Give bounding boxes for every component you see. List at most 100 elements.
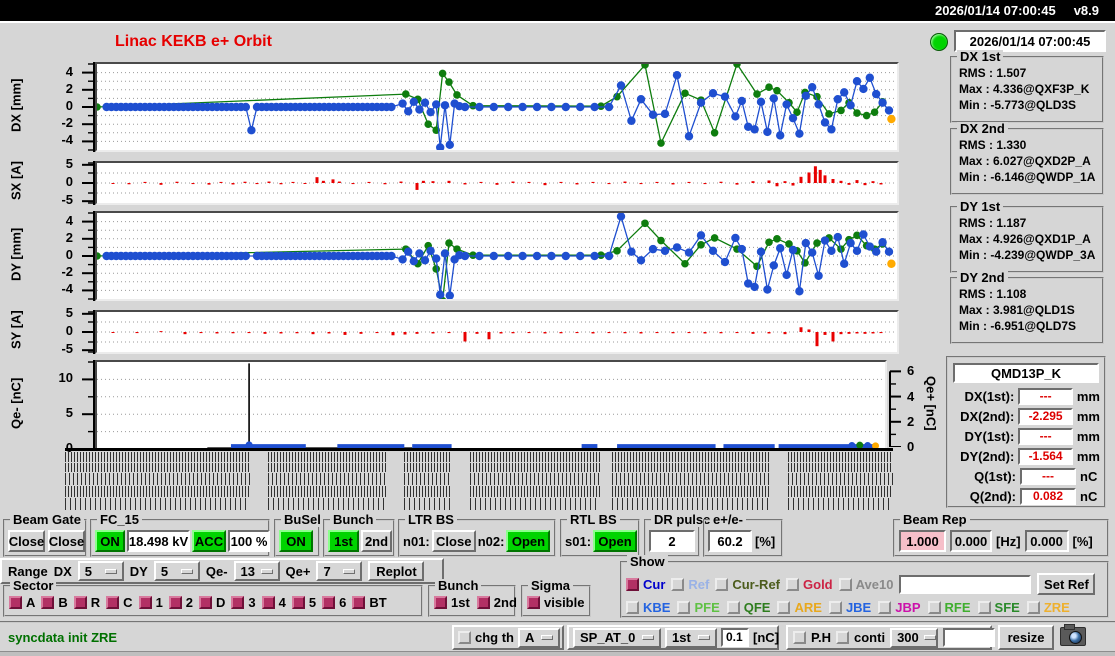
show-checkbox-ave10[interactable] — [838, 577, 852, 591]
show-checkbox-kbe[interactable] — [626, 601, 639, 614]
chart-dx[interactable] — [95, 62, 899, 152]
ltr-n02-open-button[interactable]: Open — [506, 530, 551, 552]
replot-button[interactable]: Replot — [368, 561, 425, 581]
ratio-field[interactable]: 60.2 — [708, 530, 752, 552]
sector-checkbox-bt[interactable] — [352, 596, 366, 609]
monitor-row-label: DY(1st): — [964, 428, 1015, 444]
range-qe+-dropdown[interactable]: 7 — [316, 561, 363, 581]
bunch-checkbox-2nd[interactable] — [476, 596, 490, 609]
chart-dy[interactable] — [95, 211, 899, 301]
sp-select-dropdown[interactable]: SP_AT_0 — [573, 627, 661, 648]
fc15-kv-field[interactable]: 18.498 kV — [127, 530, 190, 552]
show-label-curref: Cur-Ref — [732, 576, 781, 592]
bunch-label-1st: 1st — [451, 595, 470, 610]
show-checkbox-cur[interactable] — [626, 577, 639, 591]
fc15-acc-button[interactable]: ACC — [192, 530, 226, 552]
bunch-2nd-button[interactable]: 2nd — [361, 530, 392, 552]
sigma-checkbox-visible[interactable] — [527, 596, 540, 609]
range-dx-dropdown[interactable]: 5 — [77, 561, 124, 581]
axis-ticks-sy — [82, 310, 95, 354]
bunch-1st-button[interactable]: 1st — [328, 530, 359, 552]
resize-button[interactable]: resize — [998, 625, 1054, 650]
show-label-jbe: JBE — [845, 600, 872, 615]
dropdown-bar-icon — [104, 568, 117, 574]
fc15-percent-field[interactable]: 100 % — [228, 530, 270, 552]
show-checkbox-pfe[interactable] — [677, 601, 691, 614]
tick-label-sx--5: -5 — [61, 192, 73, 208]
sector-checkbox-3[interactable] — [231, 596, 245, 609]
beam-rep-v3-field[interactable]: 0.000 — [1024, 530, 1069, 552]
chart-qe[interactable] — [95, 360, 887, 451]
beam-gate-close-1-button[interactable]: Close — [8, 530, 45, 552]
monitor-row: DY(1st): --- mm — [948, 426, 1104, 446]
sector-checkbox-a[interactable] — [9, 596, 22, 609]
sector-label-bt: BT — [369, 595, 387, 610]
show-checkbox-ref[interactable] — [671, 577, 685, 591]
show-checkbox-rfe[interactable] — [927, 601, 941, 614]
rtl-s01-open-button[interactable]: Open — [593, 530, 638, 552]
beam-rep-v2-field[interactable]: 0.000 — [950, 530, 992, 552]
sector-checkbox-d[interactable] — [199, 596, 213, 609]
range-qe--dropdown[interactable]: 13 — [233, 561, 280, 581]
dr-pulse-field[interactable]: 2 — [649, 530, 695, 552]
axis-label-qe-plus: Qe+ [nC] — [923, 376, 939, 431]
fc15-on-button[interactable]: ON — [95, 530, 125, 552]
dropdown-bar-icon — [698, 635, 710, 640]
sector-checkbox-2[interactable] — [168, 596, 182, 609]
show-checkbox-sfe[interactable] — [977, 601, 991, 614]
rtl-bs-title: RTL BS — [567, 513, 620, 527]
threshold-input[interactable]: 0.1 — [721, 628, 749, 647]
sector-label-2: 2 — [185, 595, 194, 610]
tick-label-dy-4: 4 — [65, 212, 73, 228]
busel-on-button[interactable]: ON — [279, 530, 313, 552]
monitor-row-label: DX(2nd): — [960, 408, 1015, 424]
sector-checkbox-4[interactable] — [261, 596, 275, 609]
show-checkbox-curref[interactable] — [715, 577, 729, 591]
show-checkbox-zre[interactable] — [1026, 601, 1040, 614]
show-label-rfe: RFE — [944, 600, 971, 615]
ref-input[interactable] — [899, 574, 1032, 594]
range-dy-dropdown[interactable]: 5 — [153, 561, 200, 581]
ph-checkbox[interactable] — [793, 631, 806, 644]
sector-checkbox-5[interactable] — [291, 596, 305, 609]
chg-th-label: chg th — [475, 630, 514, 645]
stat-title: DX 2nd — [957, 122, 1008, 136]
set-ref-button[interactable]: Set Ref — [1037, 573, 1096, 595]
show-checkbox-gold[interactable] — [786, 577, 800, 591]
bpm-label-block — [612, 452, 770, 511]
monitor-row: Q(1st): --- nC — [948, 466, 1104, 486]
show-label-are: ARE — [794, 600, 822, 615]
beam-rep-rate-field[interactable]: 1.000 — [899, 530, 946, 552]
ltr-n01-close-button[interactable]: Close — [431, 530, 476, 552]
bunch-checkbox-1st[interactable] — [434, 596, 447, 609]
monitor-row-unit: nC — [1080, 468, 1098, 484]
sigma-title: Sigma — [528, 579, 574, 593]
status-message: syncdata init ZRE — [8, 630, 118, 645]
tick-label-dy--4: -4 — [61, 281, 73, 297]
show-checkbox-jbp[interactable] — [878, 601, 892, 614]
sector-checkbox-6[interactable] — [322, 596, 336, 609]
sector-checkbox-1[interactable] — [138, 596, 152, 609]
sector-checkbox-b[interactable] — [41, 596, 55, 609]
camera-snapshot-icon[interactable] — [1060, 624, 1086, 646]
beam-rep-hz-label: [Hz] — [996, 533, 1021, 549]
points-dropdown[interactable]: 300 — [890, 627, 939, 648]
range-dx-label: DX — [53, 563, 72, 579]
show-checkbox-jbe[interactable] — [828, 601, 842, 614]
channel-dropdown[interactable]: A — [518, 627, 560, 648]
show-checkbox-are[interactable] — [777, 601, 791, 614]
monitor-row: Q(2nd): 0.082 nC — [948, 486, 1104, 506]
blank-input[interactable] — [943, 628, 996, 647]
conti-checkbox[interactable] — [836, 631, 849, 644]
sector-checkbox-c[interactable] — [106, 596, 120, 609]
chart-sy[interactable] — [95, 310, 899, 354]
sector-checkbox-r[interactable] — [73, 596, 87, 609]
show-label-gold: Gold — [803, 576, 833, 592]
show-checkbox-qfe[interactable] — [726, 601, 740, 614]
stat-line: RMS : 1.507 — [959, 66, 1027, 80]
beam-gate-close-2-button[interactable]: Close — [48, 530, 85, 552]
bunch-select-dropdown[interactable]: 1st — [665, 627, 717, 648]
axis-ticks-qe — [82, 360, 95, 451]
chart-sx[interactable] — [95, 161, 899, 205]
chg-th-checkbox[interactable] — [458, 631, 471, 644]
